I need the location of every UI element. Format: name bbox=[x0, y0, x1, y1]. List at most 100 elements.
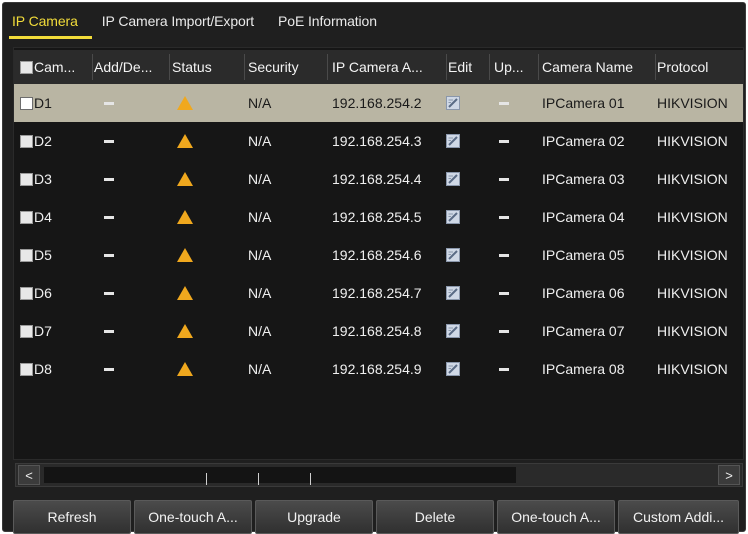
header-status[interactable]: Status bbox=[172, 50, 242, 84]
cell-add-delete[interactable] bbox=[94, 84, 170, 122]
cell-camera[interactable]: D3 bbox=[20, 160, 94, 198]
cell-edit[interactable] bbox=[442, 84, 482, 122]
add-delete-dash-icon[interactable] bbox=[104, 177, 114, 181]
header-camera[interactable]: Cam... bbox=[20, 50, 94, 84]
delete-button[interactable]: Delete bbox=[376, 500, 494, 534]
upgrade-dash-icon[interactable] bbox=[499, 329, 509, 333]
cell-upgrade[interactable] bbox=[489, 350, 533, 388]
add-delete-dash-icon[interactable] bbox=[104, 367, 114, 371]
upgrade-dash-icon[interactable] bbox=[499, 139, 509, 143]
cell-upgrade[interactable] bbox=[489, 198, 533, 236]
table-row[interactable]: D4 N/A 192.168.254.5 IPCamera 04 HIKVISION bbox=[14, 198, 743, 236]
row-checkbox[interactable] bbox=[20, 362, 33, 376]
header-upgrade[interactable]: Up... bbox=[494, 50, 538, 84]
cell-edit[interactable] bbox=[442, 350, 482, 388]
edit-icon[interactable] bbox=[446, 134, 460, 148]
cell-status bbox=[172, 312, 242, 350]
table-row[interactable]: D5 N/A 192.168.254.6 IPCamera 05 HIKVISION bbox=[14, 236, 743, 274]
scroll-left-button[interactable]: < bbox=[18, 465, 40, 485]
tab-ip-camera-import-export[interactable]: IP Camera Import/Export bbox=[92, 9, 268, 39]
upgrade-dash-icon[interactable] bbox=[499, 177, 509, 181]
header-add-delete[interactable]: Add/De... bbox=[94, 50, 170, 84]
table-row[interactable]: D6 N/A 192.168.254.7 IPCamera 06 HIKVISION bbox=[14, 274, 743, 312]
edit-icon[interactable] bbox=[446, 96, 460, 110]
add-delete-dash-icon[interactable] bbox=[104, 101, 114, 105]
select-all-checkbox[interactable] bbox=[20, 60, 33, 74]
edit-icon[interactable] bbox=[446, 248, 460, 262]
scroll-right-button[interactable]: > bbox=[718, 465, 740, 485]
cell-add-delete[interactable] bbox=[94, 122, 170, 160]
cell-upgrade[interactable] bbox=[489, 312, 533, 350]
header-security[interactable]: Security bbox=[248, 50, 326, 84]
cell-edit[interactable] bbox=[442, 198, 482, 236]
scroll-track[interactable] bbox=[44, 467, 516, 485]
cell-upgrade[interactable] bbox=[489, 84, 533, 122]
cell-add-delete[interactable] bbox=[94, 312, 170, 350]
cell-upgrade[interactable] bbox=[489, 236, 533, 274]
row-checkbox[interactable] bbox=[20, 286, 33, 300]
cell-status bbox=[172, 350, 242, 388]
header-ip-address[interactable]: IP Camera A... bbox=[332, 50, 446, 84]
cell-upgrade[interactable] bbox=[489, 160, 533, 198]
cell-camera[interactable]: D1 bbox=[20, 84, 94, 122]
cell-add-delete[interactable] bbox=[94, 350, 170, 388]
row-checkbox[interactable] bbox=[20, 210, 33, 224]
upgrade-button[interactable]: Upgrade bbox=[255, 500, 373, 534]
add-delete-dash-icon[interactable] bbox=[104, 291, 114, 295]
camera-id: D6 bbox=[34, 285, 52, 301]
table-row[interactable]: D2 N/A 192.168.254.3 IPCamera 02 HIKVISION bbox=[14, 122, 743, 160]
row-checkbox[interactable] bbox=[20, 96, 33, 110]
upgrade-dash-icon[interactable] bbox=[499, 215, 509, 219]
cell-camera[interactable]: D7 bbox=[20, 312, 94, 350]
table-row[interactable]: D7 N/A 192.168.254.8 IPCamera 07 HIKVISION bbox=[14, 312, 743, 350]
tab-ip-camera[interactable]: IP Camera bbox=[9, 9, 92, 39]
edit-icon[interactable] bbox=[446, 210, 460, 224]
edit-icon[interactable] bbox=[446, 362, 460, 376]
one-touch-adding-button[interactable]: One-touch A... bbox=[497, 500, 615, 534]
row-checkbox[interactable] bbox=[20, 248, 33, 262]
cell-edit[interactable] bbox=[442, 312, 482, 350]
add-delete-dash-icon[interactable] bbox=[104, 139, 114, 143]
cell-camera[interactable]: D2 bbox=[20, 122, 94, 160]
row-checkbox[interactable] bbox=[20, 134, 33, 148]
add-delete-dash-icon[interactable] bbox=[104, 215, 114, 219]
upgrade-dash-icon[interactable] bbox=[499, 291, 509, 295]
cell-edit[interactable] bbox=[442, 236, 482, 274]
add-delete-dash-icon[interactable] bbox=[104, 329, 114, 333]
cell-camera[interactable]: D4 bbox=[20, 198, 94, 236]
header-protocol[interactable]: Protocol bbox=[657, 50, 743, 84]
cell-edit[interactable] bbox=[442, 160, 482, 198]
row-checkbox[interactable] bbox=[20, 172, 33, 186]
horizontal-scrollbar[interactable]: < > bbox=[15, 463, 743, 487]
cell-edit[interactable] bbox=[442, 274, 482, 312]
tab-poe-information[interactable]: PoE Information bbox=[268, 9, 391, 39]
one-touch-activate-button[interactable]: One-touch A... bbox=[134, 500, 252, 534]
edit-icon[interactable] bbox=[446, 172, 460, 186]
cell-camera[interactable]: D5 bbox=[20, 236, 94, 274]
table-row[interactable]: D8 N/A 192.168.254.9 IPCamera 08 HIKVISION bbox=[14, 350, 743, 388]
add-delete-dash-icon[interactable] bbox=[104, 253, 114, 257]
table-row[interactable]: D3 N/A 192.168.254.4 IPCamera 03 HIKVISION bbox=[14, 160, 743, 198]
table-row[interactable]: D1 N/A 192.168.254.2 IPCamera 01 HIKVISION bbox=[14, 84, 743, 122]
cell-camera[interactable]: D6 bbox=[20, 274, 94, 312]
cell-add-delete[interactable] bbox=[94, 198, 170, 236]
cell-add-delete[interactable] bbox=[94, 160, 170, 198]
cell-edit[interactable] bbox=[442, 122, 482, 160]
refresh-button[interactable]: Refresh bbox=[13, 500, 131, 534]
upgrade-dash-icon[interactable] bbox=[499, 101, 509, 105]
warning-triangle-icon bbox=[177, 286, 193, 300]
cell-add-delete[interactable] bbox=[94, 236, 170, 274]
header-edit[interactable]: Edit bbox=[448, 50, 488, 84]
cell-add-delete[interactable] bbox=[94, 274, 170, 312]
cell-status bbox=[172, 198, 242, 236]
edit-icon[interactable] bbox=[446, 324, 460, 338]
cell-upgrade[interactable] bbox=[489, 122, 533, 160]
edit-icon[interactable] bbox=[446, 286, 460, 300]
row-checkbox[interactable] bbox=[20, 324, 33, 338]
custom-adding-button[interactable]: Custom Addi... bbox=[618, 500, 739, 534]
cell-upgrade[interactable] bbox=[489, 274, 533, 312]
upgrade-dash-icon[interactable] bbox=[499, 253, 509, 257]
cell-camera[interactable]: D8 bbox=[20, 350, 94, 388]
header-camera-name[interactable]: Camera Name bbox=[542, 50, 656, 84]
upgrade-dash-icon[interactable] bbox=[499, 367, 509, 371]
